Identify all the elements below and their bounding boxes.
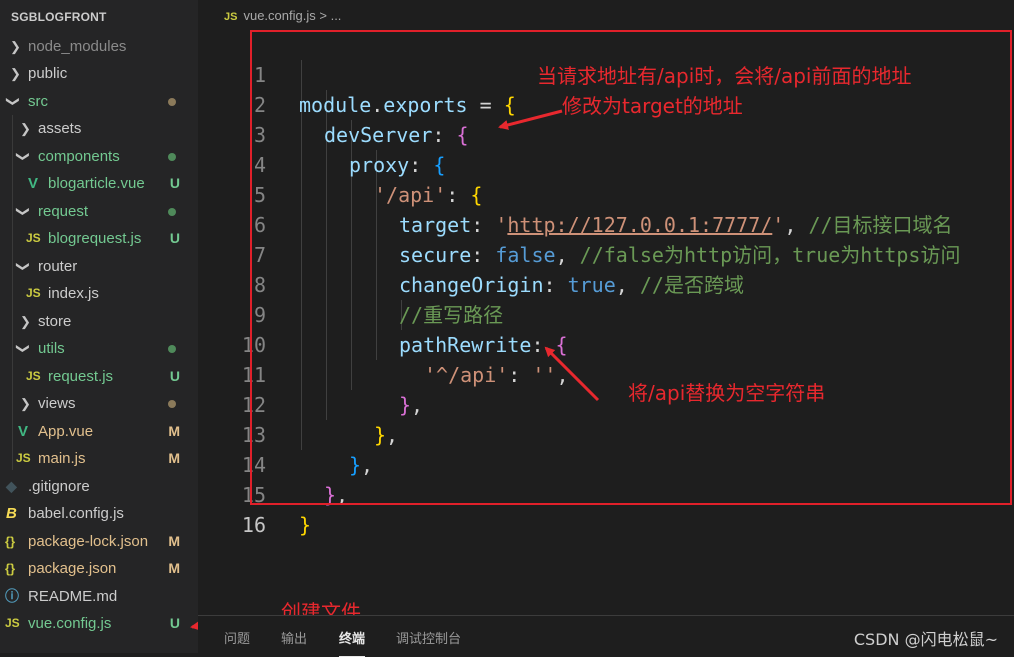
- chevron-down-icon: ❯: [5, 96, 21, 107]
- explorer-sidebar: SGBLOGFRONT ❯ node_modules ❯ public ❯ sr…: [0, 0, 198, 653]
- tree-item-label: node_modules: [28, 38, 127, 55]
- tree-item-gitignore[interactable]: ◆ .gitignore: [0, 473, 198, 500]
- git-badge: U: [169, 230, 180, 246]
- chevron-down-icon: ❯: [15, 261, 31, 272]
- annotation-text: 修改为target的地址: [562, 94, 743, 118]
- js-file-icon: JS: [5, 616, 20, 630]
- tree-item-request[interactable]: ❯ request: [0, 198, 198, 225]
- git-badge: U: [169, 615, 180, 631]
- tree-item-assets[interactable]: ❯ assets: [0, 115, 198, 142]
- tree-item-main-js[interactable]: JS main.js M: [0, 445, 198, 472]
- breadcrumb-separator: >: [319, 8, 327, 23]
- tree-item-label: request.js: [48, 368, 114, 385]
- code-token: }: [299, 513, 312, 537]
- tree-item-app-vue[interactable]: V App.vue M: [0, 418, 198, 445]
- tree-item-utils[interactable]: ❯ utils: [0, 335, 198, 362]
- git-badge: M: [168, 450, 180, 466]
- tree-item-label: blogrequest.js: [48, 230, 142, 247]
- tree-item-node-modules[interactable]: ❯ node_modules: [0, 33, 198, 60]
- tree-item-label: components: [38, 148, 120, 165]
- git-badge: M: [168, 533, 180, 549]
- tree-item-label: store: [38, 313, 72, 330]
- modified-dot: [168, 208, 176, 216]
- tree-item-public[interactable]: ❯ public: [0, 60, 198, 87]
- tab-output[interactable]: 输出: [281, 628, 307, 647]
- tree-item-package-lock[interactable]: {} package-lock.json M: [0, 528, 198, 555]
- tab-problems[interactable]: 问题: [224, 628, 250, 647]
- tree-item-components[interactable]: ❯ components: [0, 143, 198, 170]
- annotation-text: 当请求地址有/api时，会将/api前面的地址: [537, 64, 912, 88]
- tree-item-label: request: [38, 203, 89, 220]
- bottom-panel: 问题 输出 终端 调试控制台 CSDN @闪电松鼠~: [198, 615, 1014, 657]
- modified-dot: [168, 400, 176, 408]
- tree-item-label: assets: [38, 120, 82, 137]
- js-file-icon: JS: [224, 11, 238, 23]
- vue-icon: V: [28, 175, 39, 192]
- tree-item-label: package.json: [28, 560, 117, 577]
- tree-item-views[interactable]: ❯ views: [0, 390, 198, 417]
- chevron-right-icon: ❯: [20, 396, 31, 411]
- babel-icon: B: [6, 505, 17, 522]
- modified-dot: [168, 153, 176, 161]
- tree-item-store[interactable]: ❯ store: [0, 308, 198, 335]
- breadcrumb: JS vue.config.js > ...: [224, 8, 341, 23]
- tree-item-blogarticle-vue[interactable]: V blogarticle.vue U: [0, 170, 198, 197]
- tree-item-label: blogarticle.vue: [48, 175, 145, 192]
- info-icon: ⓘ: [5, 588, 19, 604]
- chevron-right-icon: ❯: [20, 121, 31, 136]
- tree-item-request-js[interactable]: JS request.js U: [0, 363, 198, 390]
- tree-item-label: src: [28, 93, 48, 110]
- annotation-text: 将/api替换为空字符串: [628, 381, 826, 405]
- tree-item-label: App.vue: [38, 423, 94, 440]
- chevron-down-icon: ❯: [15, 343, 31, 354]
- tree-item-babel-config[interactable]: B babel.config.js: [0, 500, 198, 527]
- git-badge: U: [169, 175, 180, 191]
- git-badge: U: [169, 368, 180, 384]
- tree-item-label: index.js: [48, 285, 99, 302]
- watermark: CSDN @闪电松鼠~: [853, 630, 998, 649]
- chevron-right-icon: ❯: [10, 39, 21, 54]
- js-file-icon: JS: [26, 369, 41, 383]
- chevron-right-icon: ❯: [20, 314, 31, 329]
- modified-dot: [168, 98, 176, 106]
- explorer-title: SGBLOGFRONT: [11, 10, 107, 24]
- tree-item-label: router: [38, 258, 78, 275]
- tab-terminal[interactable]: 终端: [339, 628, 366, 657]
- tree-item-label: package-lock.json: [28, 533, 149, 550]
- tree-item-vue-config[interactable]: JS vue.config.js U: [0, 610, 198, 637]
- tree-item-index-js[interactable]: JS index.js: [0, 280, 198, 307]
- js-file-icon: JS: [16, 451, 31, 465]
- git-icon: ◆: [6, 478, 17, 494]
- tree-item-blogrequest-js[interactable]: JS blogrequest.js U: [0, 225, 198, 252]
- tree-item-label: views: [38, 395, 76, 412]
- tree-item-package-json[interactable]: {} package.json M: [0, 555, 198, 582]
- js-file-icon: JS: [26, 231, 41, 245]
- vue-icon: V: [18, 423, 29, 440]
- js-file-icon: JS: [26, 286, 41, 300]
- tree-item-label: utils: [38, 340, 65, 357]
- git-badge: M: [168, 423, 180, 439]
- tree-item-readme[interactable]: ⓘ README.md: [0, 583, 198, 610]
- modified-dot: [168, 345, 176, 353]
- json-icon: {}: [5, 561, 16, 576]
- breadcrumb-file[interactable]: vue.config.js: [243, 8, 315, 23]
- tree-item-label: README.md: [28, 588, 118, 605]
- tab-debug-console[interactable]: 调试控制台: [396, 628, 461, 647]
- line-number: 16: [241, 513, 266, 537]
- tree-item-label: public: [28, 65, 68, 82]
- json-icon: {}: [5, 534, 16, 549]
- tree-item-label: vue.config.js: [28, 615, 112, 632]
- chevron-right-icon: ❯: [10, 66, 21, 81]
- tree-item-label: .gitignore: [28, 478, 90, 495]
- tree-item-router[interactable]: ❯ router: [0, 253, 198, 280]
- chevron-down-icon: ❯: [15, 206, 31, 217]
- tree-item-label: babel.config.js: [28, 505, 124, 522]
- tree-item-src[interactable]: ❯ src: [0, 88, 198, 115]
- git-badge: M: [168, 560, 180, 576]
- tree-item-label: main.js: [38, 450, 86, 467]
- breadcrumb-more[interactable]: ...: [331, 8, 342, 23]
- chevron-down-icon: ❯: [15, 151, 31, 162]
